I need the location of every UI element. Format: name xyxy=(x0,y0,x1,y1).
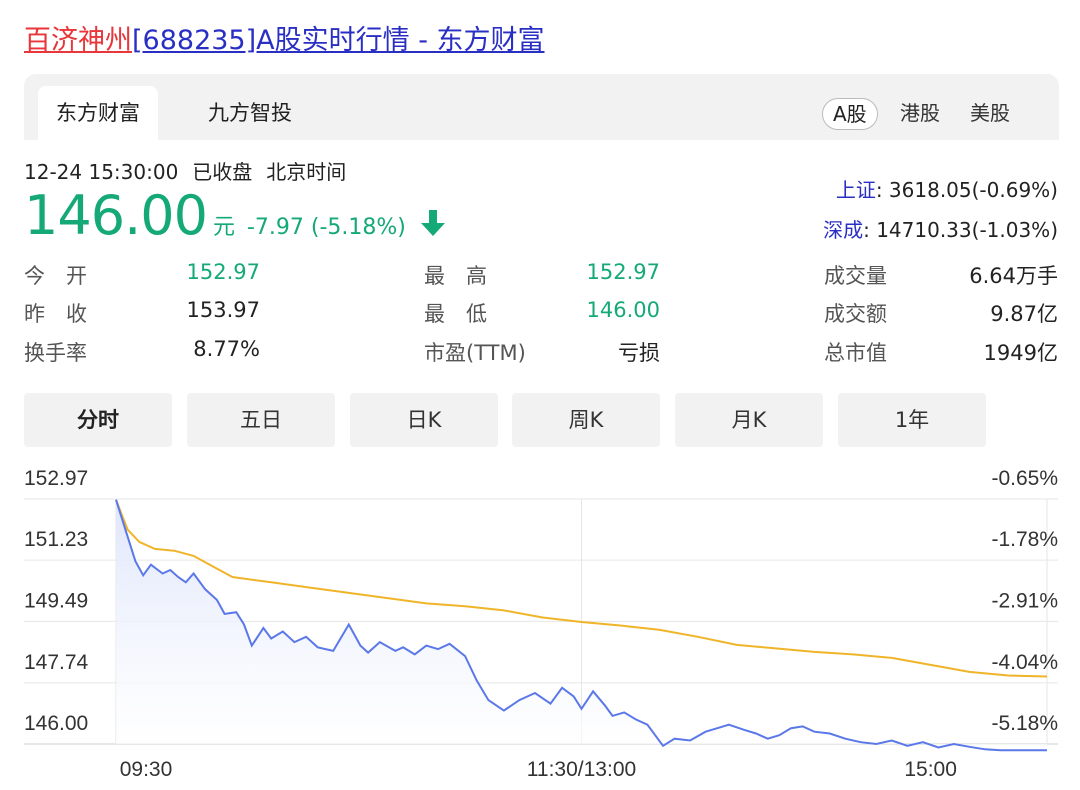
index-shanghai: 上证: 3618.05(-0.69%) xyxy=(836,174,1058,203)
amount-label: 成交额 xyxy=(824,302,887,326)
pe-label: 市盈(TTM) xyxy=(424,341,526,365)
high-value: 152.97 xyxy=(586,260,660,284)
volume-label: 成交量 xyxy=(824,264,887,288)
stock-name-link[interactable]: 百济神州 xyxy=(24,25,132,56)
market-us[interactable]: 美股 xyxy=(970,98,1010,128)
x-tick-label: 15:00 xyxy=(904,758,957,781)
tab-eastmoney[interactable]: 东方财富 xyxy=(38,86,158,140)
index-shenzhen-link[interactable]: 深成 xyxy=(823,218,863,242)
turnover-rate-value: 8.77% xyxy=(193,337,260,361)
volume-value: 6.64万手 xyxy=(969,264,1058,288)
open-value: 152.97 xyxy=(186,260,260,284)
low-value: 146.00 xyxy=(586,298,660,322)
stock-title-link[interactable]: [688235]A股实时行情 - 东方财富 xyxy=(132,25,545,56)
intraday-chart: 152.97 -0.65% 151.23 -1.78% 149.49 -2.91% 147.… xyxy=(24,467,1058,781)
y-right-tick-label: -0.65% xyxy=(991,467,1058,490)
period-intraday[interactable]: 分时 xyxy=(24,393,172,447)
y-tick-label: 146.00 xyxy=(24,712,88,735)
market-a-share[interactable]: A股 xyxy=(822,98,878,130)
market-hk[interactable]: 港股 xyxy=(900,98,940,128)
x-tick-label: 09:30 xyxy=(120,758,173,781)
tab-jiufang[interactable]: 九方智投 xyxy=(190,86,310,140)
index-shenzhen-value: : 14710.33(-1.03%) xyxy=(863,218,1058,242)
quote-datetime: 12-24 15:30:00 xyxy=(24,160,179,184)
x-tick-label: 11:30/13:00 xyxy=(527,758,636,781)
y-right-tick-label: -5.18% xyxy=(991,712,1058,735)
y-tick-label: 151.23 xyxy=(24,528,88,551)
price-block: 146.00 元 -7.97 (-5.18%) xyxy=(24,184,446,250)
index-shanghai-value: : 3618.05(-0.69%) xyxy=(875,178,1058,202)
period-one-year[interactable]: 1年 xyxy=(838,393,986,447)
price-change: -7.97 (-5.18%) xyxy=(246,215,406,240)
prev-close-label: 昨 收 xyxy=(24,302,87,326)
market-status: 已收盘 xyxy=(192,160,253,184)
y-tick-label: 147.74 xyxy=(24,651,89,674)
quote-status-line: 12-24 15:30:00 已收盘 北京时间 xyxy=(24,156,360,185)
period-weekly-k[interactable]: 周K xyxy=(512,393,660,447)
page-title: 百济神州[688235]A股实时行情 - 东方财富 xyxy=(24,18,545,64)
pe-value: 亏损 xyxy=(618,341,660,365)
period-five-day[interactable]: 五日 xyxy=(187,393,335,447)
period-monthly-k[interactable]: 月K xyxy=(675,393,823,447)
open-label: 今 开 xyxy=(24,264,87,288)
y-right-tick-label: -1.78% xyxy=(991,528,1058,551)
price-unit: 元 xyxy=(212,215,235,240)
y-right-tick-label: -4.04% xyxy=(991,651,1058,674)
y-tick-label: 152.97 xyxy=(24,467,88,490)
down-arrow-icon xyxy=(420,208,446,242)
period-daily-k[interactable]: 日K xyxy=(350,393,498,447)
market-cap-label: 总市值 xyxy=(824,341,887,365)
y-right-tick-label: -2.91% xyxy=(991,589,1058,612)
current-price: 146.00 xyxy=(24,184,208,247)
index-shanghai-link[interactable]: 上证 xyxy=(836,178,876,202)
index-shenzhen: 深成: 14710.33(-1.03%) xyxy=(823,214,1058,243)
amount-value: 9.87亿 xyxy=(990,302,1058,326)
high-label: 最 高 xyxy=(424,264,487,288)
timezone-label: 北京时间 xyxy=(266,160,347,184)
prev-close-value: 153.97 xyxy=(186,298,260,322)
source-tab-bar: 东方财富 九方智投 A股 港股 美股 xyxy=(24,74,1059,140)
low-label: 最 低 xyxy=(424,302,487,326)
y-tick-label: 149.49 xyxy=(24,589,88,612)
market-cap-value: 1949亿 xyxy=(983,341,1058,365)
turnover-rate-label: 换手率 xyxy=(24,341,87,365)
